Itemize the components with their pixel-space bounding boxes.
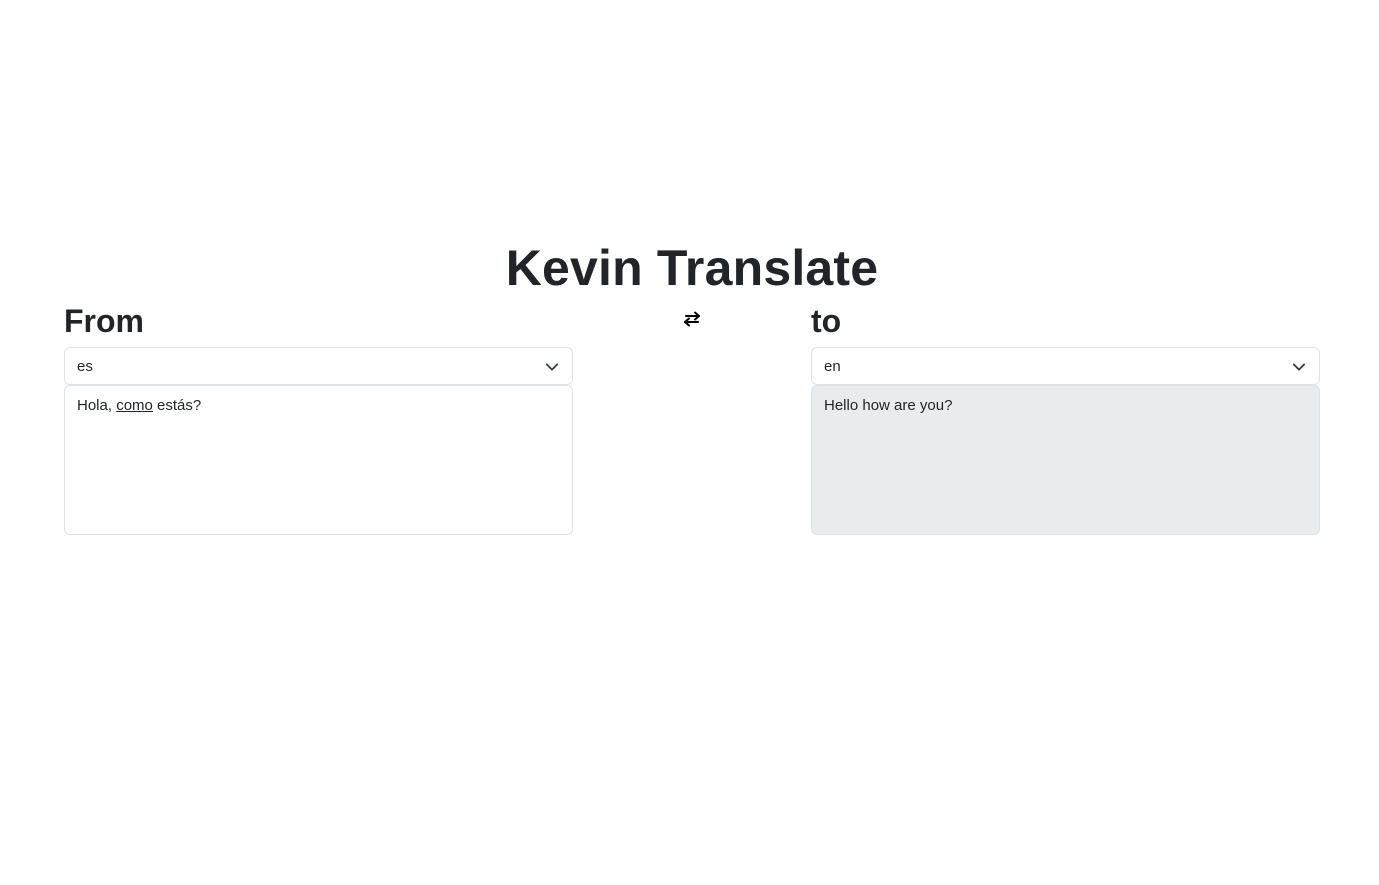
source-text-spellcheck-word: como (116, 397, 153, 414)
chevron-down-icon (545, 363, 559, 371)
source-text-part-end: estás? (152, 397, 202, 414)
from-column: From es Hola, como estás? (64, 300, 573, 535)
translation-output: Hello how are you? (811, 385, 1320, 535)
swap-arrows-icon (684, 311, 700, 327)
from-heading: From (64, 303, 144, 339)
to-language-value: en (824, 357, 841, 375)
source-text-part: Hola, (77, 397, 117, 414)
to-language-select[interactable]: en (811, 347, 1320, 385)
from-language-value: es (77, 357, 93, 375)
source-text-input[interactable]: Hola, como estás? (64, 385, 573, 535)
page-title: Kevin Translate (505, 240, 879, 296)
translator-page: Kevin Translate From es Hola, como estás… (0, 0, 1379, 885)
from-language-select[interactable]: es (64, 347, 573, 385)
chevron-down-icon (1292, 363, 1306, 371)
to-heading: to (811, 303, 842, 339)
to-column: to en Hello how are you? (811, 300, 1320, 535)
swap-languages-button[interactable] (680, 309, 704, 329)
